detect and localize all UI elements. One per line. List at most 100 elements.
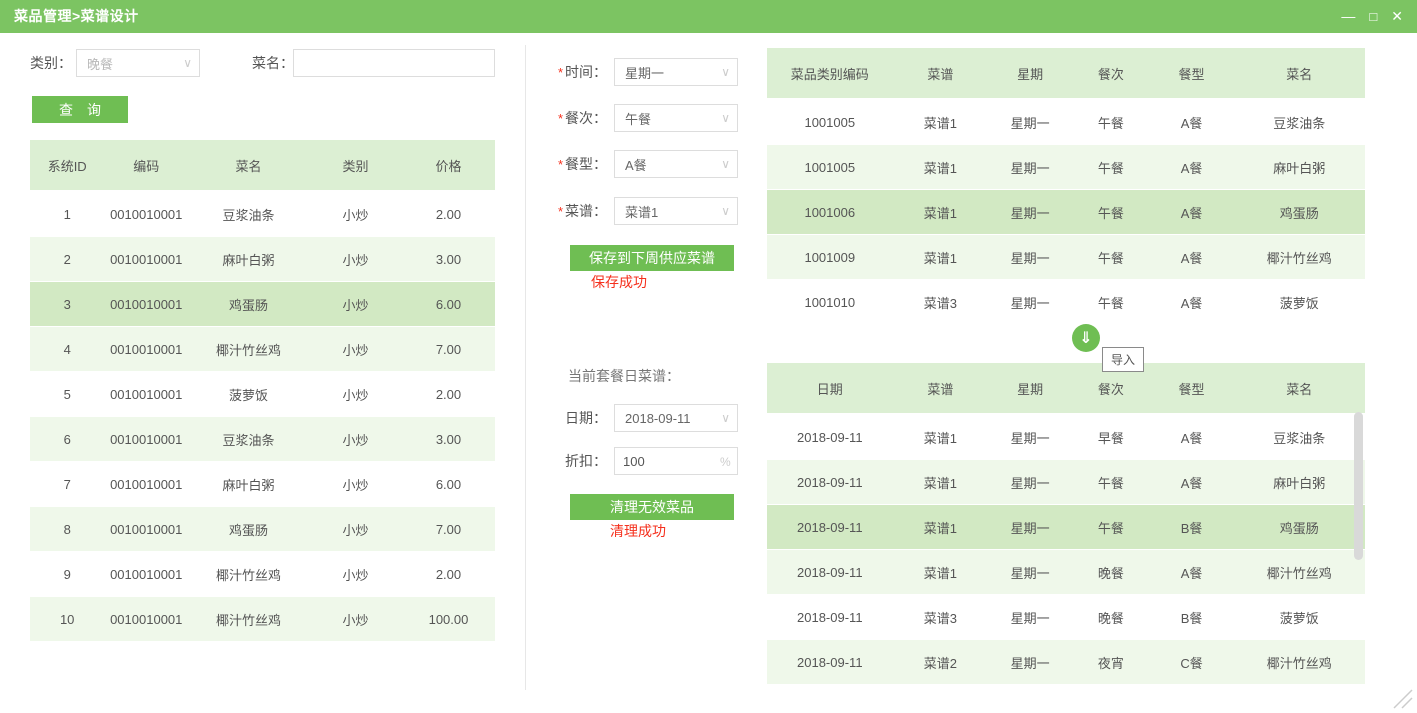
meal-type-select-value: A餐 <box>625 155 647 174</box>
meal-select[interactable]: 午餐 ∨ <box>614 104 738 132</box>
table-row[interactable]: 20010010001麻叶白粥小炒3.00 <box>30 237 495 282</box>
table-cell: B餐 <box>1150 505 1234 550</box>
column-header: 菜谱 <box>893 363 989 414</box>
table-cell: 菜谱1 <box>893 505 989 550</box>
table-cell: 小炒 <box>309 417 402 462</box>
table-cell: 1001009 <box>767 235 893 280</box>
table-cell: 小炒 <box>309 282 402 327</box>
table-cell: 星期一 <box>988 550 1072 595</box>
import-button[interactable]: ⇓ <box>1072 324 1100 352</box>
table-row[interactable]: 2018-09-11菜谱1星期一午餐B餐鸡蛋肠 <box>767 505 1365 550</box>
table-cell: 豆浆油条 <box>188 417 309 462</box>
table-cell: 2018-09-11 <box>767 550 893 595</box>
table-cell: A餐 <box>1150 460 1234 505</box>
table-row[interactable]: 40010010001椰汁竹丝鸡小炒7.00 <box>30 327 495 372</box>
table-cell: 午餐 <box>1072 505 1150 550</box>
time-select[interactable]: 星期一 ∨ <box>614 58 738 86</box>
column-header: 菜名 <box>1233 363 1365 414</box>
table-cell: 椰汁竹丝鸡 <box>188 597 309 642</box>
table-cell: 午餐 <box>1072 235 1150 280</box>
table-row[interactable]: 1001009菜谱1星期一午餐A餐椰汁竹丝鸡 <box>767 235 1365 280</box>
table-row[interactable]: 2018-09-11菜谱1星期一晚餐A餐椰汁竹丝鸡 <box>767 550 1365 595</box>
table-cell: 午餐 <box>1072 280 1150 325</box>
column-header: 日期 <box>767 363 893 414</box>
table-cell: 小炒 <box>309 372 402 417</box>
table-header-row: 日期菜谱星期餐次餐型菜名 <box>767 363 1365 414</box>
category-select-value: 晚餐 <box>87 54 113 73</box>
table-cell: 0010010001 <box>104 417 188 462</box>
page-title: 菜品管理>菜谱设计 <box>14 0 139 33</box>
table-cell: 小炒 <box>309 507 402 552</box>
daily-menu-table: 日期菜谱星期餐次餐型菜名2018-09-11菜谱1星期一早餐A餐豆浆油条2018… <box>767 363 1365 685</box>
table-row[interactable]: 80010010001鸡蛋肠小炒7.00 <box>30 507 495 552</box>
vertical-scrollbar-thumb[interactable] <box>1354 412 1363 560</box>
table-cell: A餐 <box>1150 235 1234 280</box>
table-cell: 1001005 <box>767 99 893 145</box>
meal-label: *餐次： <box>535 104 607 132</box>
percent-suffix: % <box>720 455 731 469</box>
maximize-button[interactable]: □ <box>1369 0 1377 33</box>
menu-select[interactable]: 菜谱1 ∨ <box>614 197 738 225</box>
title-bar: 菜品管理>菜谱设计 — □ ✕ <box>0 0 1417 33</box>
table-row[interactable]: 90010010001椰汁竹丝鸡小炒2.00 <box>30 552 495 597</box>
table-cell: 星期一 <box>988 145 1072 190</box>
column-header: 菜名 <box>188 140 309 191</box>
table-row[interactable]: 1001005菜谱1星期一午餐A餐麻叶白粥 <box>767 145 1365 190</box>
date-label: 日期： <box>535 404 607 432</box>
table-cell: 菠萝饭 <box>188 372 309 417</box>
table-row[interactable]: 1001010菜谱3星期一午餐A餐菠萝饭 <box>767 280 1365 325</box>
table-row[interactable]: 1001006菜谱1星期一午餐A餐鸡蛋肠 <box>767 190 1365 235</box>
table-cell: 6.00 <box>402 462 495 507</box>
table-cell: 6 <box>30 417 104 462</box>
table-cell: 星期一 <box>988 190 1072 235</box>
minimize-button[interactable]: — <box>1341 0 1355 33</box>
clean-invalid-button[interactable]: 清理无效菜品 <box>570 494 734 520</box>
table-cell: 小炒 <box>309 327 402 372</box>
table-row[interactable]: 70010010001麻叶白粥小炒6.00 <box>30 462 495 507</box>
table-row[interactable]: 30010010001鸡蛋肠小炒6.00 <box>30 282 495 327</box>
category-select[interactable]: 晚餐 ∨ <box>76 49 200 77</box>
date-select[interactable]: 2018-09-11 ∨ <box>614 404 738 432</box>
table-cell: 菜谱1 <box>893 414 989 460</box>
chevron-down-icon: ∨ <box>721 105 730 131</box>
column-header: 餐型 <box>1150 48 1234 99</box>
table-cell: 椰汁竹丝鸡 <box>1233 550 1365 595</box>
table-cell: 午餐 <box>1072 145 1150 190</box>
table-row[interactable]: 2018-09-11菜谱3星期一晚餐B餐菠萝饭 <box>767 595 1365 640</box>
table-row[interactable]: 10010010001豆浆油条小炒2.00 <box>30 191 495 237</box>
table-header-row: 菜品类别编码菜谱星期餐次餐型菜名 <box>767 48 1365 99</box>
table-cell: 1001006 <box>767 190 893 235</box>
table-cell: 午餐 <box>1072 190 1150 235</box>
column-header: 星期 <box>988 48 1072 99</box>
table-cell: 菠萝饭 <box>1233 280 1365 325</box>
table-cell: 1001010 <box>767 280 893 325</box>
table-row[interactable]: 2018-09-11菜谱2星期一夜宵C餐椰汁竹丝鸡 <box>767 640 1365 685</box>
table-cell: 星期一 <box>988 414 1072 460</box>
discount-label: 折扣： <box>535 447 607 475</box>
time-label: *时间： <box>535 58 607 86</box>
table-row[interactable]: 50010010001菠萝饭小炒2.00 <box>30 372 495 417</box>
table-row[interactable]: 60010010001豆浆油条小炒3.00 <box>30 417 495 462</box>
table-cell: 2 <box>30 237 104 282</box>
table-cell: 4 <box>30 327 104 372</box>
table-row[interactable]: 1001005菜谱1星期一午餐A餐豆浆油条 <box>767 99 1365 145</box>
dish-name-input[interactable] <box>293 49 495 77</box>
table-row[interactable]: 2018-09-11菜谱1星期一午餐A餐麻叶白粥 <box>767 460 1365 505</box>
table-cell: 夜宵 <box>1072 640 1150 685</box>
column-header: 星期 <box>988 363 1072 414</box>
chevron-down-icon: ∨ <box>721 198 730 224</box>
table-row[interactable]: 100010010001椰汁竹丝鸡小炒100.00 <box>30 597 495 642</box>
query-button[interactable]: 查 询 <box>32 96 128 123</box>
category-label: 类别： <box>30 49 72 77</box>
table-cell: C餐 <box>1150 640 1234 685</box>
table-row[interactable]: 2018-09-11菜谱1星期一早餐A餐豆浆油条 <box>767 414 1365 460</box>
column-header: 系统ID <box>30 140 104 191</box>
save-next-week-button[interactable]: 保存到下周供应菜谱 <box>570 245 734 271</box>
meal-type-select[interactable]: A餐 ∨ <box>614 150 738 178</box>
dish-list-table: 系统ID编码菜名类别价格10010010001豆浆油条小炒2.002001001… <box>30 140 495 642</box>
table-cell: 椰汁竹丝鸡 <box>1233 640 1365 685</box>
resize-grip-icon[interactable] <box>1392 686 1414 710</box>
table-cell: 菠萝饭 <box>1233 595 1365 640</box>
close-button[interactable]: ✕ <box>1391 0 1403 33</box>
table-cell: 0010010001 <box>104 552 188 597</box>
